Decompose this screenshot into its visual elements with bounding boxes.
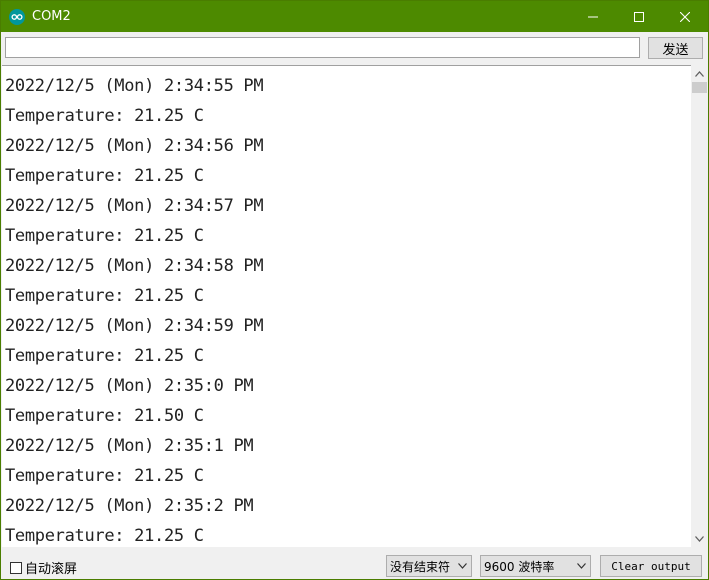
scroll-thumb[interactable] (692, 82, 707, 93)
line-ending-value: 没有结束符 (390, 559, 451, 574)
title-bar: COM2 (1, 1, 708, 32)
serial-monitor-window: COM2 发送 2022/12/5 (Mon) 2:34:55 PM Temper… (0, 0, 709, 580)
close-icon (680, 11, 690, 22)
output-line: 2022/12/5 (Mon) 2:34:56 PM (5, 136, 264, 156)
output-line: Temperature: 21.25 C (5, 526, 204, 546)
chevron-down-icon (458, 563, 467, 569)
output-line: Temperature: 21.25 C (5, 226, 204, 246)
serial-output-area[interactable]: 2022/12/5 (Mon) 2:34:55 PM Temperature: 2… (2, 65, 691, 548)
maximize-button[interactable] (616, 1, 662, 32)
output-line: 2022/12/5 (Mon) 2:35:2 PM (5, 496, 254, 516)
autoscroll-toggle[interactable]: 自动滚屏 (10, 558, 77, 577)
clear-output-button[interactable]: Clear output (600, 555, 702, 577)
output-line: Temperature: 21.25 C (5, 166, 204, 186)
baud-rate-select[interactable]: 9600 波特率 (480, 555, 591, 577)
output-line: Temperature: 21.25 C (5, 106, 204, 126)
arduino-logo-icon (9, 9, 25, 25)
output-scrollbar[interactable] (691, 65, 708, 547)
output-line: Temperature: 21.25 C (5, 286, 204, 306)
close-button[interactable] (662, 1, 708, 32)
scroll-down-button[interactable] (691, 530, 708, 547)
chevron-down-icon (577, 563, 586, 569)
output-line: Temperature: 21.25 C (5, 346, 204, 366)
chevron-up-icon (695, 70, 704, 77)
minimize-icon (588, 16, 598, 17)
send-button[interactable]: 发送 (648, 37, 703, 59)
send-row: 发送 (1, 32, 708, 65)
autoscroll-label: 自动滚屏 (25, 562, 78, 577)
autoscroll-checkbox[interactable] (10, 561, 22, 574)
baud-rate-value: 9600 波特率 (484, 559, 555, 574)
output-line: 2022/12/5 (Mon) 2:34:58 PM (5, 256, 264, 276)
output-line: Temperature: 21.50 C (5, 406, 204, 426)
output-line: 2022/12/5 (Mon) 2:34:59 PM (5, 316, 264, 336)
output-line: Temperature: 21.25 C (5, 466, 204, 486)
window-title: COM2 (32, 9, 71, 24)
bottom-bar: 自动滚屏 没有结束符 9600 波特率 Clear output (1, 547, 708, 579)
output-line: 2022/12/5 (Mon) 2:34:57 PM (5, 196, 264, 216)
chevron-down-icon (695, 535, 704, 542)
output-line: 2022/12/5 (Mon) 2:34:55 PM (5, 76, 264, 96)
scroll-up-button[interactable] (691, 65, 708, 82)
output-lines: 2022/12/5 (Mon) 2:34:55 PM Temperature: 2… (5, 71, 264, 548)
output-line: 2022/12/5 (Mon) 2:35:1 PM (5, 436, 254, 456)
line-ending-select[interactable]: 没有结束符 (386, 555, 472, 577)
minimize-button[interactable] (570, 1, 616, 32)
output-line: 2022/12/5 (Mon) 2:35:0 PM (5, 376, 254, 396)
serial-send-input[interactable] (5, 37, 640, 58)
maximize-icon (634, 11, 644, 22)
